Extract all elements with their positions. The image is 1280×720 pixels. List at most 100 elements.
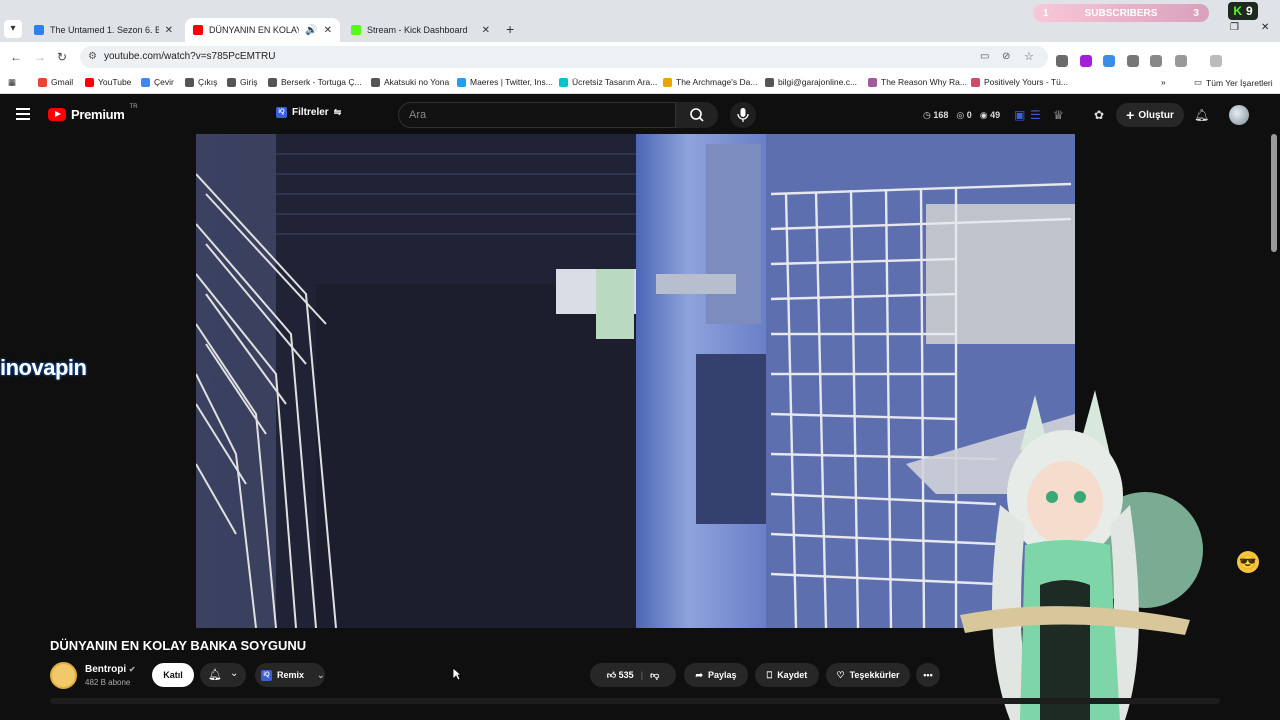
hamburger-menu-icon[interactable] <box>16 108 30 123</box>
bookmark-cevir[interactable]: Çevir <box>141 77 174 87</box>
extension-icon[interactable] <box>1080 55 1092 67</box>
like-button[interactable]: 👍︎ 535 <box>607 670 634 681</box>
new-tab-button[interactable]: + <box>506 21 514 37</box>
close-window-icon[interactable]: ✕ <box>1261 22 1269 33</box>
join-button[interactable]: Katıl <box>152 663 194 687</box>
iq-icon: iQ <box>261 669 272 681</box>
back-icon[interactable]: ← <box>10 50 22 64</box>
zero-stat: ◎ 0 <box>956 110 972 120</box>
tab-untamed[interactable]: The Untamed 1. Sezon 6. Bölüm ✕ <box>26 18 181 42</box>
youtube-premium-logo[interactable]: Premium TR <box>48 104 138 122</box>
site-info-icon[interactable]: ⚙ <box>88 51 97 62</box>
bookmark-maeres[interactable]: Maeres | Twitter, Ins... <box>457 77 553 87</box>
channel-avatar[interactable] <box>50 662 77 689</box>
hide-icon[interactable]: ⊘ <box>1002 51 1010 62</box>
like-dislike-group: 👍︎ 535 | 👎︎ <box>590 663 676 687</box>
bookmark-star-icon[interactable]: ☆ <box>1024 50 1034 63</box>
share-icon: ➦ <box>695 669 703 680</box>
bookmark-giris[interactable]: Giriş <box>227 77 257 87</box>
bookmark-archmage[interactable]: The Archmage's Da... <box>663 77 757 87</box>
iq-toolbar-icon[interactable]: ▣ <box>1014 108 1025 122</box>
bookmarks-bar: ▦ Gmail YouTube Çevir Çıkış Giriş Berser… <box>0 72 1280 94</box>
untamed-favicon-icon <box>34 25 44 35</box>
eye-stat: ◉ 49 <box>979 110 1001 120</box>
forward-icon[interactable]: → <box>34 50 46 64</box>
chevron-down-icon: ⌄ <box>230 668 239 679</box>
notifications-bell-icon[interactable]: 🔔︎ <box>1194 108 1209 122</box>
more-bookmarks-icon[interactable]: » <box>1161 77 1166 87</box>
create-button[interactable]: + Oluştur <box>1116 103 1184 127</box>
search-input[interactable] <box>399 103 675 127</box>
dislike-button[interactable]: 👎︎ <box>650 670 659 681</box>
tab-youtube-video[interactable]: DÜNYANIN EN KOLAY BANKA 🔊 ✕ <box>185 18 340 42</box>
scrollbar-thumb[interactable] <box>1271 134 1277 252</box>
microphone-icon <box>737 108 749 122</box>
bookmark-akatsuki[interactable]: Akatsuki no Yona <box>371 77 449 87</box>
address-toolbar: ← → ↻ ⚙ youtube.com/watch?v=s785PcEMTRU … <box>0 42 1280 93</box>
cast-icon[interactable]: ▭ <box>980 51 989 62</box>
bookmark-reason-why[interactable]: The Reason Why Ra... <box>868 77 967 87</box>
bookmark-gmail[interactable]: Gmail <box>38 77 73 87</box>
clock-stat: ◷ 168 <box>923 110 949 120</box>
menu-icon[interactable] <box>1210 55 1222 67</box>
search-field[interactable] <box>398 102 676 128</box>
youtube-logo-icon <box>48 108 66 121</box>
extension-icon[interactable] <box>1103 55 1115 67</box>
chevron-down-icon: ⌄ <box>317 669 325 680</box>
voice-search-button[interactable] <box>730 102 756 128</box>
thanks-button[interactable]: ♡ Teşekkürler <box>826 663 910 687</box>
search-button[interactable] <box>676 102 718 128</box>
apps-grid-icon[interactable]: ▦ <box>8 77 16 88</box>
tab-kick-dashboard[interactable]: Stream - Kick Dashboard ✕ <box>343 18 498 42</box>
account-avatar[interactable] <box>1229 105 1249 125</box>
kick-badge: K 9 <box>1228 2 1258 20</box>
channel-name[interactable]: Bentropi ✔ <box>85 664 136 675</box>
youtube-favicon-icon <box>193 25 203 35</box>
kick-favicon-icon <box>351 25 361 35</box>
more-horizontal-icon: ••• <box>923 670 933 680</box>
extension-icon[interactable] <box>1056 55 1068 67</box>
reload-icon[interactable]: ↻ <box>57 50 67 64</box>
remix-button[interactable]: iQ Remix ⌄ <box>255 663 325 687</box>
restore-window-icon[interactable]: ❐ <box>1230 22 1239 33</box>
bookmark-garajonline[interactable]: bilgi@garajonline.c... <box>765 77 857 87</box>
iq-extension-icon: iQ <box>276 107 287 118</box>
bookmark-positively-yours[interactable]: Positively Yours - Tü... <box>971 77 1068 87</box>
sliders-icon: ⇋ <box>333 107 342 117</box>
gear-badge-icon[interactable]: ✿ <box>1094 108 1104 122</box>
video-title: DÜNYANIN EN KOLAY BANKA SOYGUNU <box>50 638 307 653</box>
inovapin-watermark-left: inovapin <box>0 355 87 380</box>
save-button[interactable]: ⎕ Kaydet <box>755 663 819 687</box>
bookmark-tasarim[interactable]: Ücretsiz Tasarım Ara... <box>559 77 657 87</box>
subscriber-count: 482 B abone <box>85 678 131 687</box>
more-actions-button[interactable]: ••• <box>916 663 940 687</box>
description-box-edge <box>50 698 1220 704</box>
page-scrollbar[interactable] <box>1270 134 1278 704</box>
speaker-icon[interactable]: 🔊 <box>305 25 317 36</box>
browser-tab-bar: ▾ The Untamed 1. Sezon 6. Bölüm ✕ DÜNYAN… <box>0 0 1280 42</box>
youtube-header: Premium TR iQ Filtreler ⇋ ◷ 168 ◎ 0 ◉ 49… <box>0 96 1280 134</box>
watch-stats: ◷ 168 ◎ 0 ◉ 49 <box>923 110 1000 121</box>
kick-logo-icon: K <box>1233 4 1242 18</box>
subscription-bell-button[interactable]: 🔔︎ ⌄ <box>200 663 246 687</box>
address-bar[interactable]: ⚙ youtube.com/watch?v=s785PcEMTRU ▭ ⊘ ☆ <box>80 46 1048 68</box>
bell-icon: 🔔︎ <box>208 669 222 681</box>
award-icon[interactable]: ♕ <box>1053 108 1064 122</box>
close-tab-icon[interactable]: ✕ <box>482 25 490 36</box>
share-button[interactable]: ➦ Paylaş <box>684 663 748 687</box>
extension-icon[interactable] <box>1127 55 1139 67</box>
close-tab-icon[interactable]: ✕ <box>324 25 332 36</box>
bookmark-cikis[interactable]: Çıkış <box>185 77 217 87</box>
bookmark-youtube[interactable]: YouTube <box>85 77 131 87</box>
all-bookmarks-folder[interactable]: ▭ Tüm Yer İşaretleri <box>1194 77 1273 88</box>
tab-search-button[interactable]: ▾ <box>4 20 22 38</box>
vtuber-avatar-overlay <box>960 390 1203 720</box>
extension-icon[interactable] <box>1150 55 1162 67</box>
close-tab-icon[interactable]: ✕ <box>165 25 173 36</box>
extensions-puzzle-icon[interactable] <box>1175 55 1187 67</box>
bookmark-berserk[interactable]: Berserk - Tortuga Ç... <box>268 77 362 87</box>
plus-icon: + <box>1126 107 1135 123</box>
filters-button[interactable]: iQ Filtreler ⇋ <box>276 107 341 118</box>
subscribers-overlay: 1 SUBSCRIBERS 3 <box>1033 4 1209 22</box>
list-icon[interactable]: ☰ <box>1030 108 1041 122</box>
